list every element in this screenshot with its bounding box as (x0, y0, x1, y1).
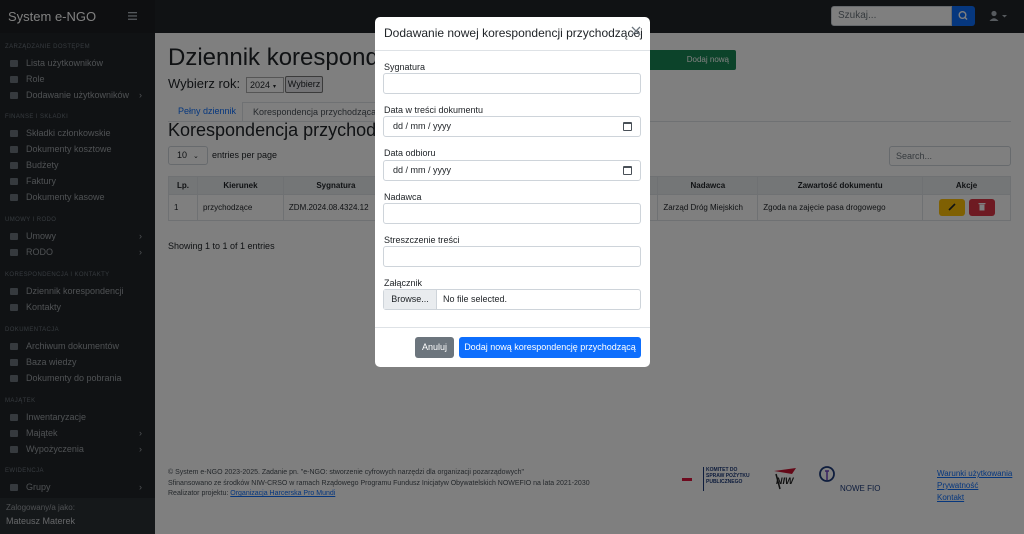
browse-button[interactable]: Browse... (384, 290, 437, 309)
attachment-file-input[interactable]: Browse... No file selected. (383, 289, 641, 310)
cancel-button[interactable]: Anuluj (415, 337, 454, 358)
sender-label: Nadawca (384, 192, 422, 202)
receipt-date-input[interactable]: dd / mm / yyyy (383, 160, 641, 181)
doc-date-label: Data w treści dokumentu (384, 105, 484, 115)
modal-title: Dodawanie nowej korespondencji przychodz… (384, 26, 643, 40)
signature-label: Sygnatura (384, 62, 426, 72)
close-icon[interactable] (629, 24, 643, 38)
modal-footer-divider (375, 327, 650, 328)
doc-date-input[interactable]: dd / mm / yyyy (383, 116, 641, 137)
summary-input[interactable] (383, 246, 641, 267)
modal-header-divider (375, 50, 650, 51)
signature-input[interactable] (383, 73, 641, 94)
calendar-icon[interactable] (623, 166, 632, 175)
attachment-label: Załącznik (384, 278, 423, 288)
summary-label: Streszczenie treści (384, 235, 460, 245)
sender-input[interactable] (383, 203, 641, 224)
receipt-date-label: Data odbioru (384, 148, 436, 158)
submit-incoming-button[interactable]: Dodaj nową korespondencję przychodzącą (459, 337, 641, 358)
file-status: No file selected. (443, 294, 508, 304)
calendar-icon[interactable] (623, 122, 632, 131)
add-incoming-modal: Dodawanie nowej korespondencji przychodz… (375, 17, 650, 367)
